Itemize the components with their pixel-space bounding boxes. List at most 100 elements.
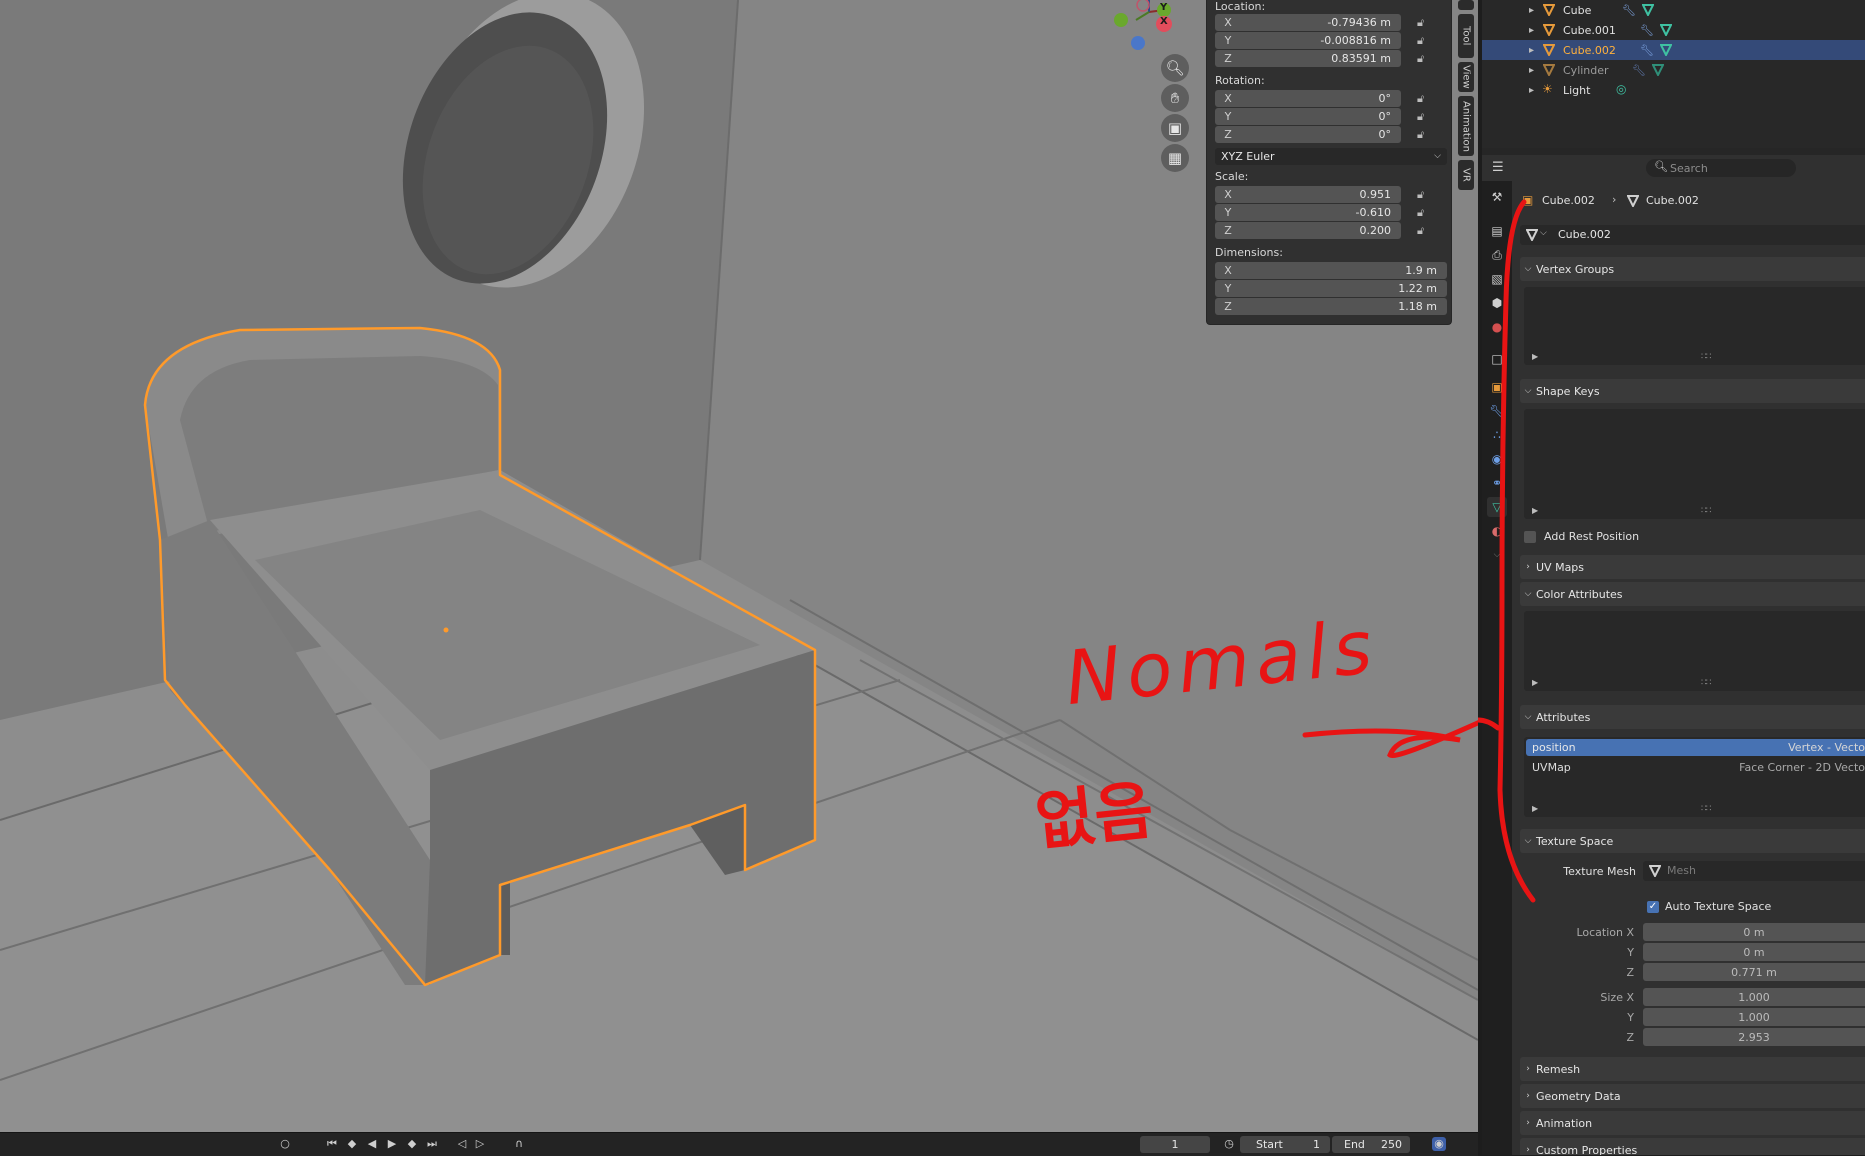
mesh-data-icon[interactable]: [1642, 4, 1654, 16]
texture-size-y-field[interactable]: 1.000: [1643, 1008, 1865, 1026]
collection-tab-icon[interactable]: □: [1487, 349, 1507, 369]
attributes-list[interactable]: position Vertex - Vecto UVMap Face Corne…: [1524, 737, 1865, 817]
geometry-data-header[interactable]: › Geometry Data: [1520, 1084, 1865, 1108]
attributes-header[interactable]: ⌵ Attributes: [1520, 705, 1865, 729]
snap-icon[interactable]: ∩: [512, 1137, 526, 1151]
outliner[interactable]: ▸ Cube 🔧︎ ▸ Cube.001 🔧︎ ▸ Cube.002 🔧︎ ▸ …: [1482, 0, 1865, 148]
lock-icon[interactable]: 🔓︎: [1417, 128, 1424, 142]
expand-list-icon[interactable]: ▶: [1532, 506, 1538, 515]
mesh-name-field[interactable]: Cube.002: [1558, 228, 1611, 241]
play-icon[interactable]: ▶: [385, 1137, 399, 1151]
render-tab-icon[interactable]: ▤: [1487, 221, 1507, 241]
shape-keys-list[interactable]: ▶ ∷∷: [1524, 409, 1865, 519]
add-rest-position-checkbox[interactable]: [1524, 531, 1536, 543]
expand-arrow-icon[interactable]: ▸: [1529, 25, 1534, 36]
hand-pan-icon[interactable]: ✋︎: [1161, 84, 1189, 112]
expand-list-icon[interactable]: ▶: [1532, 804, 1538, 813]
dimensions-y-field[interactable]: Y 1.22 m: [1215, 280, 1447, 297]
view-layer-tab-icon[interactable]: ▧: [1487, 269, 1507, 289]
color-attributes-list[interactable]: ▶ ∷∷: [1524, 611, 1865, 691]
vertex-groups-list[interactable]: ▶ ∷∷: [1524, 287, 1865, 365]
texture-location-x-field[interactable]: 0 m: [1643, 923, 1865, 941]
mesh-data-icon[interactable]: [1660, 44, 1672, 56]
resize-grip-icon[interactable]: ∷∷: [1701, 506, 1712, 516]
auto-texture-space-checkbox[interactable]: ✓: [1647, 901, 1659, 913]
lock-icon[interactable]: 🔓︎: [1417, 188, 1424, 202]
texture-space-header[interactable]: ⌵ Texture Space: [1520, 829, 1865, 853]
outliner-row[interactable]: ▸ Cube 🔧︎: [1482, 0, 1865, 20]
tab-tool[interactable]: Tool: [1458, 14, 1474, 58]
editor-type-icon[interactable]: ☰: [1492, 160, 1504, 175]
particles-tab-icon[interactable]: ∴: [1487, 425, 1507, 445]
mesh-datablock-selector[interactable]: ⌵ Cube.002: [1520, 225, 1865, 245]
output-tab-icon[interactable]: ⎙: [1487, 245, 1507, 265]
jump-start-icon[interactable]: ⏮: [325, 1137, 339, 1151]
expand-list-icon[interactable]: ▶: [1532, 352, 1538, 361]
texture-location-z-field[interactable]: 0.771 m: [1643, 963, 1865, 981]
location-y-field[interactable]: Y -0.008816 m: [1215, 32, 1401, 49]
start-frame-field[interactable]: Start 1: [1240, 1136, 1330, 1153]
expand-arrow-icon[interactable]: ▸: [1529, 5, 1534, 16]
tab-item[interactable]: [1458, 0, 1474, 10]
current-frame-field[interactable]: 1: [1140, 1136, 1210, 1153]
lock-icon[interactable]: 🔓︎: [1417, 16, 1424, 30]
more-tabs-icon[interactable]: ⌵: [1487, 545, 1507, 565]
lock-icon[interactable]: 🔓︎: [1417, 92, 1424, 106]
clock-icon[interactable]: ◷: [1222, 1137, 1236, 1151]
location-z-field[interactable]: Z 0.83591 m: [1215, 50, 1401, 67]
tab-view[interactable]: View: [1458, 62, 1474, 92]
texture-location-y-field[interactable]: 0 m: [1643, 943, 1865, 961]
tab-animation[interactable]: Animation: [1458, 96, 1474, 156]
material-tab-icon[interactable]: ◐: [1487, 521, 1507, 541]
attribute-row-position[interactable]: position Vertex - Vecto: [1526, 739, 1865, 756]
rotation-z-field[interactable]: Z 0°: [1215, 126, 1401, 143]
custom-properties-header[interactable]: › Custom Properties: [1520, 1138, 1865, 1155]
texture-size-z-field[interactable]: 2.953: [1643, 1028, 1865, 1046]
next-frame-icon[interactable]: ▷: [473, 1137, 487, 1151]
lock-icon[interactable]: 🔓︎: [1417, 34, 1424, 48]
light-data-icon[interactable]: ◎: [1616, 82, 1626, 96]
physics-tab-icon[interactable]: ◉: [1487, 449, 1507, 469]
lock-icon[interactable]: 🔓︎: [1417, 52, 1424, 66]
scale-x-field[interactable]: X 0.951: [1215, 186, 1401, 203]
animation-header[interactable]: › Animation: [1520, 1111, 1865, 1135]
prev-keyframe-icon[interactable]: ◆: [345, 1137, 359, 1151]
rotation-y-field[interactable]: Y 0°: [1215, 108, 1401, 125]
mesh-data-icon[interactable]: [1660, 24, 1672, 36]
dimensions-x-field[interactable]: X 1.9 m: [1215, 262, 1447, 279]
grid-icon[interactable]: ▦: [1161, 144, 1189, 172]
scale-z-field[interactable]: Z 0.200: [1215, 222, 1401, 239]
color-attributes-header[interactable]: ⌵ Color Attributes: [1520, 582, 1865, 606]
outliner-row-selected[interactable]: ▸ Cube.002 🔧︎: [1482, 40, 1865, 60]
constraints-tab-icon[interactable]: ⚭: [1487, 473, 1507, 493]
scene-tab-icon[interactable]: ⬢: [1487, 293, 1507, 313]
texture-mesh-field[interactable]: Mesh: [1643, 861, 1865, 881]
outliner-row[interactable]: ▸ ☀ Light ◎: [1482, 80, 1865, 100]
shape-keys-header[interactable]: ⌵ Shape Keys: [1520, 379, 1865, 403]
tab-vr[interactable]: VR: [1458, 160, 1474, 190]
resize-grip-icon[interactable]: ∷∷: [1701, 352, 1712, 362]
jump-end-icon[interactable]: ⏭: [425, 1137, 439, 1151]
mesh-data-icon[interactable]: [1652, 64, 1664, 76]
texture-size-x-field[interactable]: 1.000: [1643, 988, 1865, 1006]
play-reverse-icon[interactable]: ◀: [365, 1137, 379, 1151]
tool-tab-icon[interactable]: ⚒: [1487, 187, 1507, 207]
scale-y-field[interactable]: Y -0.610: [1215, 204, 1401, 221]
prev-frame-icon[interactable]: ◁: [455, 1137, 469, 1151]
lock-icon[interactable]: 🔓︎: [1417, 206, 1424, 220]
zoom-icon[interactable]: 🔍︎: [1161, 54, 1189, 82]
vertex-groups-header[interactable]: ⌵ Vertex Groups: [1520, 257, 1865, 281]
dimensions-z-field[interactable]: Z 1.18 m: [1215, 298, 1447, 315]
rotation-x-field[interactable]: X 0°: [1215, 90, 1401, 107]
expand-list-icon[interactable]: ▶: [1532, 678, 1538, 687]
camera-icon[interactable]: ▣: [1161, 114, 1189, 142]
axis-gizmo[interactable]: Y X: [1100, 0, 1180, 55]
expand-arrow-icon[interactable]: ▸: [1529, 85, 1534, 96]
keying-circle-icon[interactable]: ○: [278, 1137, 292, 1151]
next-keyframe-icon[interactable]: ◆: [405, 1137, 419, 1151]
attribute-row-uvmap[interactable]: UVMap Face Corner - 2D Vecto: [1526, 759, 1865, 776]
search-input[interactable]: 🔍︎ Search: [1646, 159, 1796, 177]
remesh-header[interactable]: › Remesh: [1520, 1057, 1865, 1081]
lock-icon[interactable]: 🔓︎: [1417, 224, 1424, 238]
auto-keying-icon[interactable]: ◉: [1432, 1137, 1446, 1151]
